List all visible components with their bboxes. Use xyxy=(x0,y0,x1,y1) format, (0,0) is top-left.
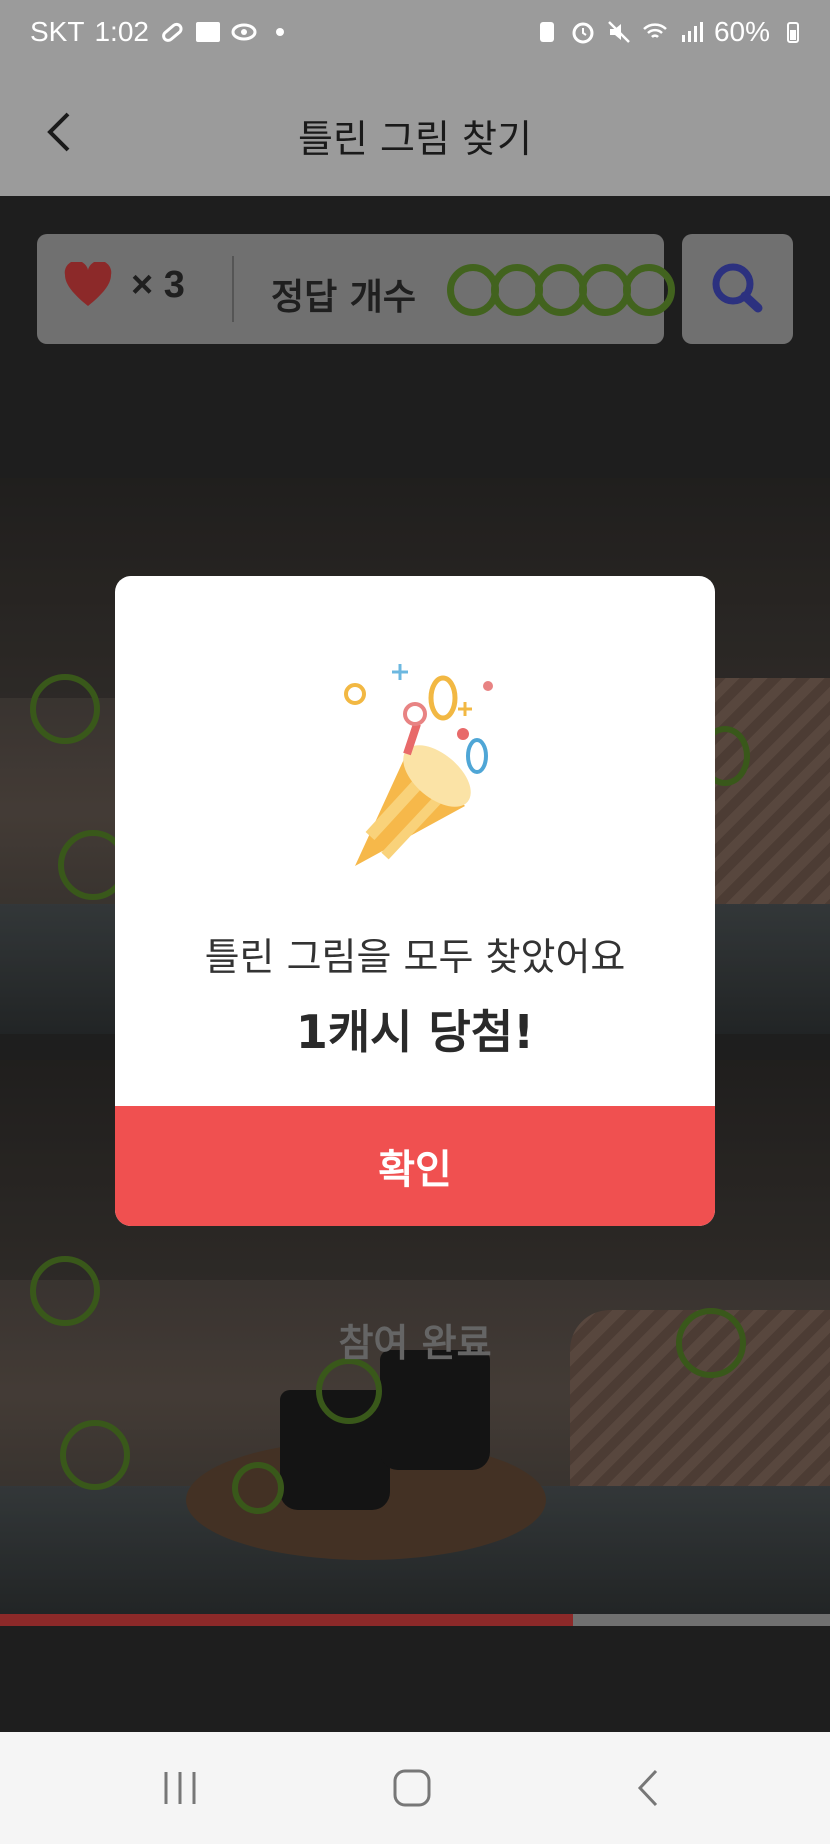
signal-icon xyxy=(681,22,703,42)
success-dialog: 틀린 그림을 모두 찾았어요 1캐시 당첨! 확인 xyxy=(115,576,715,1226)
back-icon[interactable] xyxy=(630,1768,670,1808)
success-message: 틀린 그림을 모두 찾았어요 xyxy=(204,935,626,979)
eye-app-icon xyxy=(231,23,257,41)
battery-level: 60% xyxy=(713,16,770,47)
appbar-overlay xyxy=(0,68,830,196)
bank-app-icon xyxy=(195,22,220,42)
recent-apps-icon[interactable] xyxy=(160,1768,200,1808)
battery-saver-icon xyxy=(539,22,554,42)
prize-text: 1캐시 당첨! xyxy=(295,1005,535,1059)
system-nav-bar xyxy=(0,1732,830,1844)
dot-icon xyxy=(275,28,284,36)
alarm-icon xyxy=(572,22,594,44)
mute-icon xyxy=(608,21,630,43)
battery-icon xyxy=(787,22,799,43)
status-bar: SKT 1:02 60% xyxy=(0,0,830,68)
party-popper-icon xyxy=(344,664,493,866)
confirm-button[interactable]: 확인 xyxy=(115,1106,715,1226)
wifi-icon xyxy=(643,23,667,38)
carrier-label: SKT xyxy=(30,16,85,47)
clock: 1:02 xyxy=(94,16,149,47)
pill-icon xyxy=(162,22,183,42)
home-icon[interactable] xyxy=(392,1768,432,1808)
